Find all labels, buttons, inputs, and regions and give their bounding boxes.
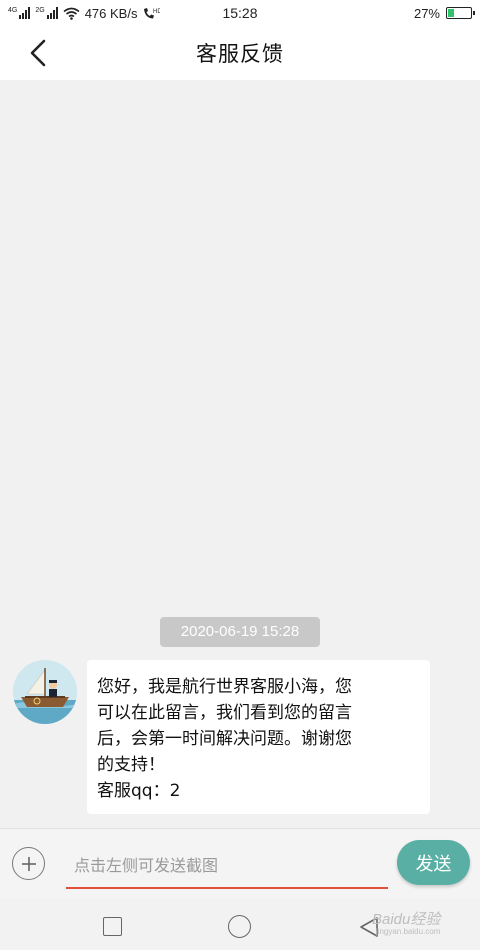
watermark-subtext: jingyan.baidu.com: [375, 927, 441, 936]
message-line: 您好，我是航行世界客服小海，您: [97, 677, 352, 697]
message-line: 后，会第一时间解决问题。谢谢您: [97, 729, 352, 749]
attach-screenshot-button[interactable]: [12, 847, 45, 880]
chat-area[interactable]: 2020-06-19 15:28 您好，我是航行世界客服小海，您 可以在此留言，…: [0, 80, 480, 828]
battery-fill: [448, 9, 454, 17]
navigation-bar: Baidu经验 jingyan.baidu.com: [0, 898, 480, 950]
status-left: 4G 2G 476 KB/s HD: [8, 6, 178, 21]
message-timestamp: 2020-06-19 15:28: [160, 617, 320, 647]
home-button[interactable]: [228, 915, 251, 938]
boat-avatar-icon: [13, 660, 77, 724]
signal-icon: 4G: [8, 7, 31, 19]
baidu-watermark: Baidu经验 jingyan.baidu.com: [372, 908, 440, 936]
status-right: 27%: [302, 5, 475, 21]
chevron-left-icon: [30, 39, 46, 67]
plus-icon: [21, 856, 36, 871]
page-title: 客服反馈: [196, 42, 284, 66]
message-line: 客服qq：2: [97, 781, 181, 801]
screen: 4G 2G 476 KB/s HD 15:28 27% 客服反馈 2020-06…: [0, 0, 480, 950]
svg-text:HD: HD: [153, 9, 160, 15]
wifi-icon: [63, 7, 80, 20]
message-bubble[interactable]: 您好，我是航行世界客服小海，您 可以在此留言，我们看到您的留言 后，会第一时间解…: [87, 660, 430, 814]
status-bar: 4G 2G 476 KB/s HD 15:28 27%: [0, 0, 480, 26]
send-button[interactable]: 发送: [397, 840, 470, 885]
recent-apps-button[interactable]: [103, 917, 122, 936]
header: 客服反馈: [0, 26, 480, 80]
watermark-text: Baidu经验: [372, 911, 441, 928]
message-line: 可以在此留言，我们看到您的留言: [97, 703, 352, 723]
message-input[interactable]: [66, 843, 388, 889]
network-speed: 476 KB/s: [84, 5, 138, 21]
back-button[interactable]: [22, 36, 54, 70]
agent-avatar[interactable]: [13, 660, 77, 724]
hd-call-icon: HD: [144, 7, 160, 18]
signal-icon-secondary: 2G: [35, 7, 58, 19]
input-bar: 发送: [0, 828, 480, 898]
message-line: 的支持！: [97, 755, 165, 775]
battery-icon: [446, 7, 475, 19]
battery-percent: 27%: [413, 5, 440, 21]
status-time: 15:28: [222, 5, 258, 21]
